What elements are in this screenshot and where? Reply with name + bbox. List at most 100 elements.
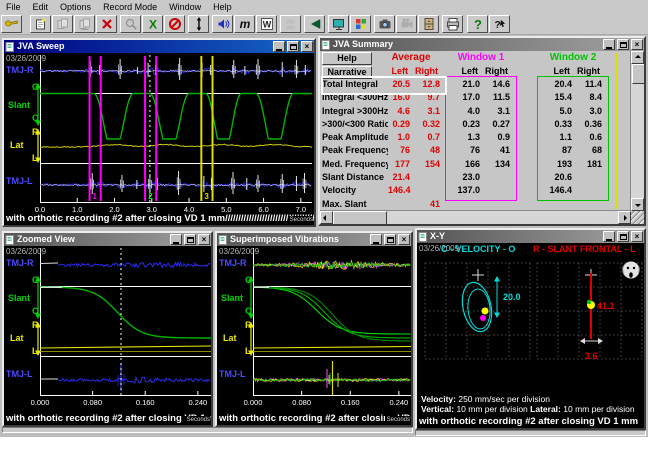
- scroll-thumb[interactable]: [632, 64, 644, 84]
- summary-row-8[interactable]: Velocity146.4137.0146.4: [322, 184, 630, 197]
- measure-m-button[interactable]: m: [234, 15, 255, 33]
- seconds-unit-label: Seconds: [385, 416, 410, 424]
- maximize-button[interactable]: [617, 231, 629, 242]
- window-jva-sweep: JVA Sweep × 03/26/2009 123 0.01.02.03.04…: [2, 38, 316, 227]
- titlebar-xy[interactable]: X-Y ×: [417, 230, 644, 243]
- menu-help[interactable]: Help: [207, 2, 238, 12]
- patient-face-icon: [623, 262, 640, 279]
- summary-row-3[interactable]: >300/<300 Ratio0.290.320.230.270.330.36: [322, 118, 630, 131]
- channel-label-lat: Lat: [223, 333, 237, 343]
- date-label: 03/26/2009: [219, 247, 259, 256]
- scroll-thumb[interactable]: [333, 211, 387, 224]
- vertical-scale-button[interactable]: [188, 15, 209, 33]
- maximize-button[interactable]: [184, 234, 196, 245]
- summary-cell: [514, 91, 542, 104]
- titlebar-zoomed-view[interactable]: Zoomed View ×: [4, 233, 211, 246]
- channel-label-o: O: [245, 306, 252, 316]
- print-button[interactable]: [442, 15, 463, 33]
- delete-button[interactable]: [96, 15, 117, 33]
- channel-label-o: O: [32, 113, 39, 123]
- titlebar-jva-summary[interactable]: JVA Summary ×: [320, 38, 644, 51]
- close-icon[interactable]: ×: [198, 234, 210, 245]
- summary-row-6[interactable]: Med. Frequency177154166134193181: [322, 158, 630, 171]
- summary-cell: Med. Frequency: [322, 158, 388, 171]
- summary-row-0[interactable]: Total Integral20.512.821.014.620.411.4: [322, 78, 630, 91]
- minimize-button[interactable]: [170, 234, 182, 245]
- maximize-button[interactable]: [617, 39, 629, 50]
- context-help-button[interactable]: ?: [489, 15, 510, 33]
- menu-window[interactable]: Window: [163, 2, 207, 12]
- summary-cell: [414, 184, 444, 197]
- bottom-scrollbar-strip-right[interactable]: [415, 430, 646, 436]
- summary-row-1[interactable]: Integral <300Hz16.09.717.011.515.48.4: [322, 91, 630, 104]
- superimposed-waveform-chart: [253, 248, 411, 396]
- close-icon[interactable]: ×: [398, 234, 410, 245]
- stop-button[interactable]: [164, 15, 185, 33]
- summary-cell: 134: [484, 158, 514, 171]
- summary-row-5[interactable]: Peak Frequency764876418768: [322, 144, 630, 157]
- word-export-button[interactable]: W: [256, 15, 277, 33]
- bottom-scrollbar-strip-left[interactable]: [2, 427, 413, 433]
- export-excel-button[interactable]: X: [142, 15, 163, 33]
- duplicate-button[interactable]: [74, 15, 95, 33]
- minimize-button[interactable]: [273, 41, 285, 52]
- back-navigate-button[interactable]: [304, 15, 325, 33]
- w1-right-header: Right: [484, 65, 514, 77]
- status-text: with orthotic recording #2 after closing…: [6, 213, 225, 224]
- menu-record-mode[interactable]: Record Mode: [97, 2, 163, 12]
- minimize-button[interactable]: [603, 39, 615, 50]
- close-icon[interactable]: ×: [301, 41, 313, 52]
- axis-tick: 0.240: [388, 398, 410, 407]
- maximize-button[interactable]: [384, 234, 396, 245]
- video-record-button[interactable]: [396, 15, 417, 33]
- help-button[interactable]: Help: [322, 52, 372, 65]
- menu-file[interactable]: File: [0, 2, 27, 12]
- resize-grip[interactable]: [631, 211, 644, 224]
- summary-cell: 3.1: [414, 105, 444, 118]
- color-palette-button[interactable]: [350, 15, 371, 33]
- maximize-button[interactable]: [287, 41, 299, 52]
- summary-cell: 11.4: [576, 78, 606, 91]
- lateral-scale-value: 10 mm per division: [563, 404, 634, 414]
- titlebar-superimposed[interactable]: Superimposed Vibrations ×: [217, 233, 411, 246]
- minimize-button[interactable]: [370, 234, 382, 245]
- close-icon[interactable]: ×: [631, 231, 643, 242]
- close-icon[interactable]: ×: [631, 39, 643, 50]
- superimposed-time-axis: 0.0000.0800.1600.240: [217, 398, 411, 407]
- monitor-view-button[interactable]: [328, 15, 349, 33]
- summary-cell: 4.6: [388, 105, 414, 118]
- copy-button[interactable]: [52, 15, 73, 33]
- velocity-scale-label: Velocity:: [421, 394, 456, 404]
- summary-row-7[interactable]: Slant Distance21.423.020.6: [322, 171, 630, 184]
- channel-label-gutter: TMJ-RCSlantORLatLTMJ-L: [4, 55, 40, 203]
- velocity-scale-value: 250 mm/sec per division: [458, 394, 550, 404]
- archive-cabinet-button[interactable]: [418, 15, 439, 33]
- summary-row-2[interactable]: Integral >300Hz4.63.14.03.15.03.0: [322, 105, 630, 118]
- summary-table-area: Help Narrative Average Window 1 Window 2…: [320, 51, 644, 224]
- zoomed-waveform-chart: [40, 248, 211, 396]
- record-key-button[interactable]: [1, 15, 22, 33]
- channel-label-r: R: [32, 320, 39, 330]
- summary-cell: Slant Distance: [322, 171, 388, 184]
- copy-icon: [56, 17, 70, 31]
- new-exam-button[interactable]: [30, 15, 51, 33]
- channel-label-slant: Slant: [221, 293, 243, 303]
- summary-cell: [514, 78, 542, 91]
- camera-snapshot-button[interactable]: [374, 15, 395, 33]
- summary-row-4[interactable]: Peak Amplitude1.00.71.30.91.10.6: [322, 131, 630, 144]
- w2-left-header: Left: [542, 65, 576, 77]
- help-button[interactable]: ?: [467, 15, 488, 33]
- titlebar-jva-sweep[interactable]: JVA Sweep ×: [4, 40, 314, 53]
- menu-edit[interactable]: Edit: [27, 2, 55, 12]
- minimize-button[interactable]: [603, 231, 615, 242]
- menu-options[interactable]: Options: [54, 2, 97, 12]
- summary-cell: [514, 158, 542, 171]
- vertical-scrollbar[interactable]: [630, 51, 644, 211]
- summary-cell: 193: [542, 158, 576, 171]
- horizontal-scrollbar[interactable]: [320, 210, 631, 224]
- sound-button[interactable]: [212, 15, 233, 33]
- summary-row-9[interactable]: Max. Slant41: [322, 198, 630, 211]
- zoom-button[interactable]: [120, 15, 141, 33]
- window-xy: X-Y × 03/26/2009 C - VELOCITY - O R - SL…: [415, 228, 646, 430]
- ru-mode-button[interactable]: RURU: [280, 15, 301, 33]
